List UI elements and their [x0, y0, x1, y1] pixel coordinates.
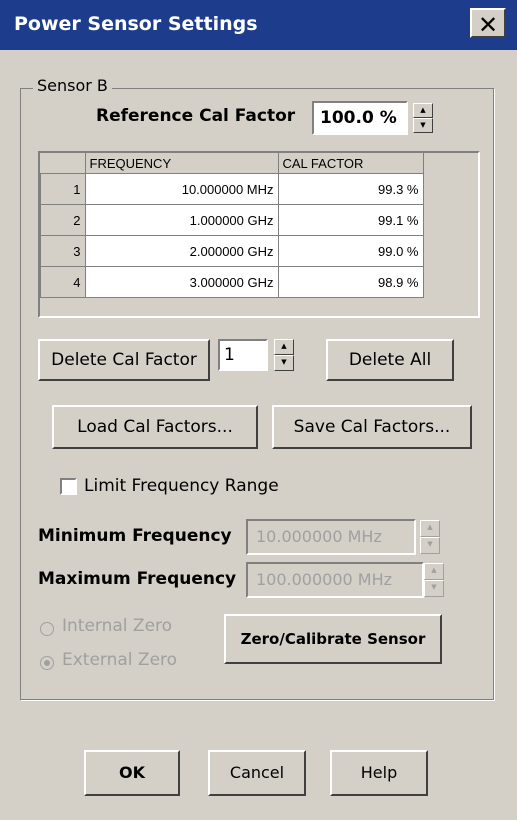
group-label: Sensor B [33, 76, 112, 95]
row-index: 4 [40, 266, 86, 298]
cal-factor-header: CAL FACTOR [278, 153, 424, 174]
delete-index-input[interactable]: 1 [218, 339, 268, 371]
internal-zero-radio[interactable] [40, 622, 54, 636]
external-zero-radio[interactable] [40, 656, 54, 670]
table-header-row: FREQUENCY CAL FACTOR [40, 153, 424, 174]
spin-up-icon[interactable]: ▲ [420, 520, 440, 537]
table-corner-header [40, 153, 86, 174]
help-button[interactable]: Help [330, 750, 428, 796]
cal-factor-cell[interactable]: 99.0 % [277, 235, 424, 267]
frequency-header: FREQUENCY [85, 153, 279, 174]
minimum-frequency-spinner[interactable]: ▲ ▼ [420, 520, 440, 554]
spin-down-icon[interactable]: ▼ [413, 118, 433, 133]
frequency-cell[interactable]: 3.000000 GHz [84, 266, 279, 298]
external-zero-label: External Zero [62, 650, 178, 670]
cancel-button[interactable]: Cancel [208, 750, 306, 796]
cal-factor-cell[interactable]: 99.3 % [277, 173, 424, 205]
spin-down-icon[interactable]: ▼ [420, 537, 440, 554]
row-index: 1 [40, 173, 86, 205]
limit-frequency-checkbox[interactable] [60, 478, 77, 495]
ok-button[interactable]: OK [84, 750, 180, 796]
table-row[interactable]: 3 2.000000 GHz 99.0 % [40, 235, 424, 267]
radio-selected-dot [44, 660, 50, 666]
spin-up-icon[interactable]: ▲ [424, 563, 444, 580]
maximum-frequency-spinner[interactable]: ▲ ▼ [424, 563, 444, 597]
minimum-frequency-input[interactable]: 10.000000 MHz [246, 519, 416, 555]
frequency-cell[interactable]: 10.000000 MHz [84, 173, 279, 205]
save-cal-factors-button[interactable]: Save Cal Factors... [272, 405, 472, 449]
title-bar: Power Sensor Settings ✕ [0, 0, 517, 50]
cal-factor-table[interactable]: FREQUENCY CAL FACTOR 1 10.000000 MHz 99.… [38, 151, 480, 318]
spin-up-icon[interactable]: ▲ [274, 339, 294, 355]
spin-up-icon[interactable]: ▲ [413, 103, 433, 118]
cal-factor-cell[interactable]: 99.1 % [277, 204, 424, 236]
row-index: 2 [40, 204, 86, 236]
table-row[interactable]: 2 1.000000 GHz 99.1 % [40, 204, 424, 236]
zero-calibrate-sensor-button[interactable]: Zero/Calibrate Sensor [224, 614, 442, 664]
delete-cal-factor-button[interactable]: Delete Cal Factor [38, 339, 210, 381]
maximum-frequency-input[interactable]: 100.000000 MHz [246, 562, 424, 598]
delete-all-button[interactable]: Delete All [326, 339, 454, 381]
limit-frequency-label: Limit Frequency Range [84, 476, 279, 496]
delete-index-spinner[interactable]: ▲ ▼ [274, 339, 294, 371]
spin-down-icon[interactable]: ▼ [274, 355, 294, 371]
reference-cal-factor-label: Reference Cal Factor [96, 106, 296, 126]
minimum-frequency-label: Minimum Frequency [38, 526, 232, 546]
load-cal-factors-button[interactable]: Load Cal Factors... [52, 405, 258, 449]
table-row[interactable]: 1 10.000000 MHz 99.3 % [40, 173, 424, 205]
spin-down-icon[interactable]: ▼ [424, 580, 444, 597]
frequency-cell[interactable]: 2.000000 GHz [84, 235, 279, 267]
reference-spinner[interactable]: ▲ ▼ [413, 103, 433, 133]
frequency-cell[interactable]: 1.000000 GHz [84, 204, 279, 236]
internal-zero-label: Internal Zero [62, 616, 173, 636]
window-title: Power Sensor Settings [14, 13, 258, 35]
close-icon: ✕ [477, 11, 499, 39]
cal-factor-cell[interactable]: 98.9 % [277, 266, 424, 298]
row-index: 3 [40, 235, 86, 267]
table-row[interactable]: 4 3.000000 GHz 98.9 % [40, 266, 424, 298]
close-button[interactable]: ✕ [470, 8, 506, 39]
reference-cal-factor-input[interactable]: 100.0 % [312, 101, 408, 135]
maximum-frequency-label: Maximum Frequency [38, 569, 237, 589]
